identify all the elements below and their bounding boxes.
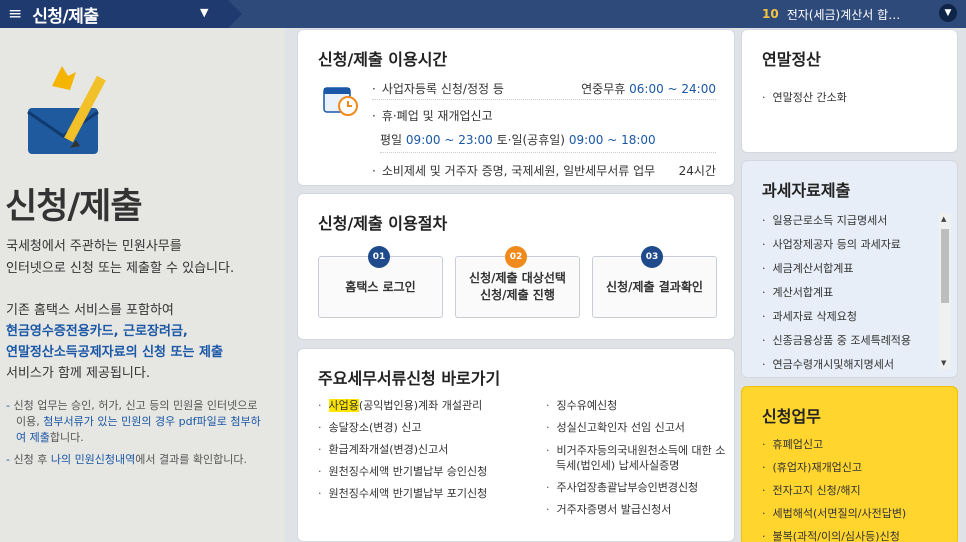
tax-data-link[interactable]: 과세자료 삭제요청 (762, 305, 911, 329)
procedure-panel: 신청/제출 이용절차 홈택스 로그인 신청/제출 대상선택 신청/제출 진행 신청… (297, 193, 735, 340)
step-number-badge: 03 (641, 246, 663, 268)
intro-services: 기존 홈택스 서비스를 포함하여 현금영수증전용카드, 근로장려금, 연말정산소… (6, 300, 276, 384)
tax-data-list: 일용근로소득 지급명세서 사업장제공자 등의 과세자료 세금계산서합계표 계산서… (762, 209, 912, 377)
intro-title: 신청/제출 (5, 187, 143, 227)
service-link-1[interactable]: 현금영수증전용카드, 근로장려금, (6, 321, 276, 342)
hours-row-closure: 휴·폐업 및 재개업신고 (372, 107, 716, 124)
year-end-list: 연말정산 간소화 (762, 86, 847, 110)
year-end-panel: 연말정산 연말정산 간소화 (741, 29, 958, 153)
note-item: - 신청 후 나의 민원신청내역에서 결과를 확인합니다. (6, 453, 247, 466)
shortcut-list-left: 사업용(공익법인용)계좌 개설관리 송달장소(변경) 신고 환급계좌개설(변경)… (318, 395, 487, 505)
shortcut-link[interactable]: 비거주자등의국내원천소득에 대한 소득세(법인세) 납세사실증명 (546, 439, 728, 477)
shortcut-link[interactable]: 성실신고확인자 선임 신고서 (546, 417, 728, 439)
shortcut-link[interactable]: 환급계좌개설(변경)신고서 (318, 439, 487, 461)
hours-row-registration: 사업자등록 신청/정정 등 연중무휴 06:00 ~ 24:00 (372, 80, 716, 100)
intro-panel: 신청/제출 국세청에서 주관하는 민원사무를 인터넷으로 신청 또는 제출할 수… (0, 28, 285, 542)
tax-data-link[interactable]: 신종금융상품 중 조세특례적용 (762, 329, 912, 353)
tax-data-link[interactable]: 연금수령개시및해지명세서 (762, 353, 911, 377)
apply-panel: 신청업무 휴폐업신고 (휴업자)재개업신고 전자고지 신청/해지 세법해석(서면… (741, 386, 958, 542)
envelope-pencil-icon (27, 66, 106, 154)
scroll-down-icon[interactable]: ▼ (941, 359, 946, 367)
shortcut-list-right: 징수유예신청 성실신고확인자 선임 신고서 비거주자등의국내원천소득에 대한 소… (546, 395, 728, 521)
apply-link[interactable]: 세법해석(서면질의/사전답변) (762, 502, 907, 525)
hours-row-closure-times: 평일 09:00 ~ 23:00 토·일(공휴일) 09:00 ~ 18:00 (380, 131, 716, 153)
calendar-clock-icon (323, 87, 358, 116)
hours-title: 신청/제출 이용시간 (318, 50, 448, 69)
scroll-up-icon[interactable]: ▲ (941, 215, 946, 223)
shortcut-link[interactable]: 거주자증명서 발급신청서 (546, 499, 728, 521)
tax-data-link[interactable]: 사업장제공자 등의 과세자료 (762, 233, 911, 257)
chevron-down-icon[interactable]: ▼ (939, 4, 957, 22)
scroll-thumb[interactable] (941, 229, 949, 303)
shortcut-link[interactable]: 주사업장총괄납부승인변경신청 (546, 477, 728, 499)
apply-link[interactable]: 휴폐업신고 (762, 433, 906, 456)
notice-ticker[interactable]: 10 전자(세금)계산서 합… (762, 0, 900, 28)
apply-list: 휴폐업신고 (휴업자)재개업신고 전자고지 신청/해지 세법해석(서면질의/사전… (762, 433, 907, 542)
top-bar: ≡ 신청/제출 ▼ 10 전자(세금)계산서 합… ▼ (0, 0, 966, 28)
apply-title: 신청업무 (762, 407, 821, 426)
year-end-title: 연말정산 (762, 50, 821, 69)
shortcuts-title: 주요세무서류신청 바로가기 (318, 369, 501, 388)
hours-row-other: 소비제세 및 거주자 증명, 국제세원, 일반세무서류 업무 24시간 (372, 162, 716, 179)
service-link-2[interactable]: 연말정산소득공제자료의 신청 또는 제출 (6, 342, 276, 363)
shortcut-link[interactable]: 사업용(공익법인용)계좌 개설관리 (318, 395, 487, 417)
tax-data-scrollbar[interactable]: ▲ ▼ (939, 213, 951, 369)
shortcut-link[interactable]: 징수유예신청 (546, 395, 728, 417)
tax-data-link[interactable]: 세금계산서합계표 (762, 257, 911, 281)
year-end-link[interactable]: 연말정산 간소화 (762, 86, 847, 110)
step-number-badge: 01 (368, 246, 390, 268)
intro-description: 국세청에서 주관하는 민원사무를 인터넷으로 신청 또는 제출할 수 있습니다. (6, 239, 235, 276)
tax-data-link[interactable]: 일용근로소득 지급명세서 (762, 209, 911, 233)
shortcut-link[interactable]: 송달장소(변경) 신고 (318, 417, 487, 439)
procedure-title: 신청/제출 이용절차 (318, 214, 448, 233)
hamburger-icon[interactable]: ≡ (8, 5, 22, 23)
hours-panel: 신청/제출 이용시간 사업자등록 신청/정정 등 연중무휴 06:00 ~ 24… (297, 29, 735, 186)
shortcut-link[interactable]: 원천징수세액 반기별납부 승인신청 (318, 461, 488, 483)
tax-data-link[interactable]: 계산서합계표 (762, 281, 911, 305)
intro-notes: - 신청 업무는 승인, 허가, 신고 등의 민원을 인터넷으로 이용, 첨부서… (6, 398, 268, 474)
menu-selector[interactable]: ≡ 신청/제출 ▼ (0, 0, 242, 28)
apply-link[interactable]: (휴업자)재개업신고 (762, 456, 906, 479)
shortcut-link[interactable]: 원천징수세액 반기별납부 포기신청 (318, 483, 488, 505)
shortcuts-panel: 주요세무서류신청 바로가기 사업용(공익법인용)계좌 개설관리 송달장소(변경)… (297, 348, 735, 542)
step-number-badge: 02 (505, 246, 527, 268)
apply-link[interactable]: 전자고지 신청/해지 (762, 479, 906, 502)
apply-link[interactable]: 불복(과적/이의/심사등)신청 (762, 525, 906, 542)
note-item: - 신청 업무는 승인, 허가, 신고 등의 민원을 인터넷으로 이용, 첨부서… (6, 399, 261, 444)
menu-title: 신청/제출 (32, 6, 99, 27)
tax-data-title: 과세자료제출 (762, 181, 851, 200)
ticker-number: 10 (762, 7, 779, 21)
dropdown-caret-icon[interactable]: ▼ (200, 6, 208, 19)
my-requests-link[interactable]: 나의 민원신청내역 (51, 453, 135, 466)
tax-data-panel: 과세자료제출 일용근로소득 지급명세서 사업장제공자 등의 과세자료 세금계산서… (741, 160, 958, 378)
ticker-text[interactable]: 전자(세금)계산서 합… (787, 6, 901, 23)
